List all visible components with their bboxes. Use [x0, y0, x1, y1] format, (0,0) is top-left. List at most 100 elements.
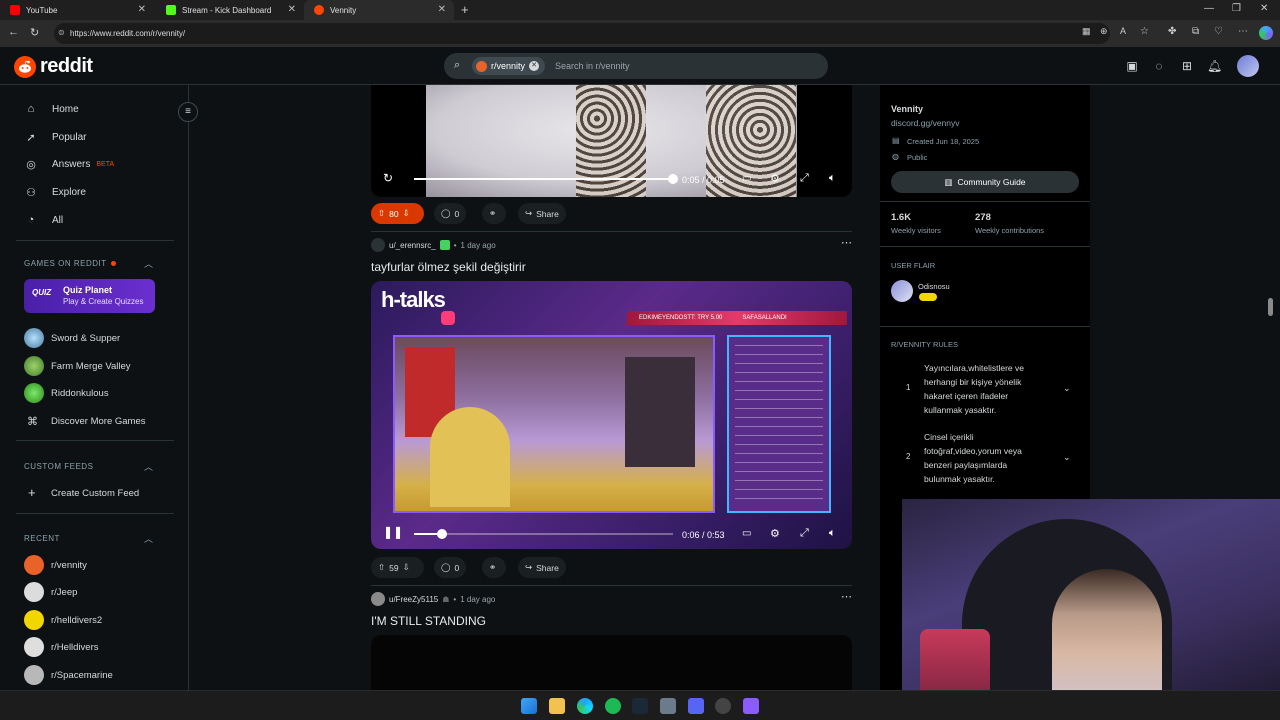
- copilot-icon[interactable]: [1259, 26, 1273, 40]
- share-button[interactable]: ↪ Share: [518, 557, 566, 578]
- create-custom-feed-button[interactable]: Create Custom Feed: [51, 488, 139, 499]
- read-aloud-icon[interactable]: A: [1120, 26, 1126, 36]
- post-video-player[interactable]: [371, 635, 852, 690]
- fullscreen-icon[interactable]: ⤢: [800, 527, 809, 540]
- close-icon[interactable]: ✕: [438, 4, 446, 15]
- windows-start-icon[interactable]: [521, 698, 537, 714]
- window-close-icon[interactable]: ✕: [1260, 3, 1268, 14]
- upvote-icon[interactable]: ⇧: [378, 208, 385, 219]
- chat-icon[interactable]: ◌: [1152, 59, 1166, 73]
- minimize-icon[interactable]: —: [1204, 3, 1214, 14]
- create-post-icon[interactable]: ⊞: [1180, 59, 1194, 73]
- page-scrollbar-thumb[interactable]: [1268, 298, 1273, 316]
- collections-icon[interactable]: ⧉: [1192, 26, 1199, 37]
- post-video-player[interactable]: ↻ 0:05 / 0:05 ▭ ⚙ ⤢ 🔈︎: [371, 85, 852, 197]
- post-author[interactable]: u/FreeZy5115: [389, 595, 438, 604]
- extensions-icon[interactable]: ✤: [1168, 26, 1176, 37]
- search-input[interactable]: Search in r/vennity: [555, 61, 630, 71]
- recent-item[interactable]: r/Jeep: [51, 587, 77, 598]
- video-progress-track[interactable]: [414, 174, 678, 184]
- games-section-title[interactable]: GAMES ON REDDIT: [24, 259, 107, 268]
- rule-item[interactable]: 2 Cinsel içerikli fotoğraf,video,yorum v…: [891, 428, 1081, 486]
- author-avatar[interactable]: [371, 592, 385, 606]
- nav-all[interactable]: ◔ All: [24, 214, 63, 226]
- nav-home[interactable]: ⌂ Home: [24, 103, 79, 115]
- post-author[interactable]: u/_erennsrc_: [389, 241, 436, 250]
- flair-username[interactable]: Odisnosu: [918, 282, 950, 291]
- replay-icon[interactable]: ↻: [383, 171, 393, 185]
- game-item[interactable]: Farm Merge Valley: [51, 361, 131, 372]
- recent-item[interactable]: r/Helldivers: [51, 642, 99, 653]
- comments-button[interactable]: ◯ 0: [434, 557, 467, 578]
- discord-icon[interactable]: [688, 698, 704, 714]
- collapse-sidebar-icon[interactable]: ≡: [178, 102, 198, 122]
- reddit-logo[interactable]: reddit: [14, 55, 93, 78]
- twitch-studio-icon[interactable]: [743, 698, 759, 714]
- custom-feeds-title[interactable]: CUSTOM FEEDS: [24, 462, 93, 471]
- award-button[interactable]: ⚭: [482, 557, 506, 578]
- featured-game-card[interactable]: QUIZ Quiz Planet Play & Create Quizzes: [24, 279, 155, 313]
- settings-icon[interactable]: ⚙: [770, 527, 780, 540]
- site-info-icon[interactable]: ⊜: [58, 28, 65, 37]
- nav-explore[interactable]: ⚇ Explore: [24, 186, 86, 199]
- nav-answers[interactable]: ◎ Answers BETA: [24, 158, 114, 171]
- back-icon[interactable]: ←: [8, 26, 19, 38]
- volume-icon[interactable]: 🔈︎: [829, 172, 836, 185]
- share-button[interactable]: ↪ Share: [518, 203, 566, 224]
- vote-control[interactable]: ⇧ 59 ⇩: [371, 557, 424, 578]
- post-title[interactable]: I'M STILL STANDING: [371, 614, 486, 628]
- settings-app-icon[interactable]: [715, 698, 731, 714]
- upvote-icon[interactable]: ⇧: [378, 562, 385, 573]
- comments-button[interactable]: ◯ 0: [434, 203, 467, 224]
- maximize-icon[interactable]: ❐: [1232, 3, 1241, 14]
- recent-item[interactable]: r/helldivers2: [51, 615, 102, 626]
- refresh-icon[interactable]: ↻: [30, 26, 39, 39]
- search-bar[interactable]: ⌕ r/vennity ✕ Search in r/vennity: [444, 53, 828, 79]
- post-options-icon[interactable]: ⋯: [841, 236, 852, 249]
- chevron-down-icon[interactable]: ⌄: [1063, 383, 1071, 394]
- post-title[interactable]: tayfurlar ölmez şekil değiştirir: [371, 260, 526, 274]
- captions-icon[interactable]: ▭: [742, 173, 751, 184]
- user-avatar[interactable]: [1237, 55, 1259, 77]
- app-icon[interactable]: ▦: [1082, 26, 1091, 37]
- file-explorer-icon[interactable]: [549, 698, 565, 714]
- downvote-icon[interactable]: ⇩: [403, 562, 410, 573]
- chevron-up-icon[interactable]: ︿: [144, 460, 153, 473]
- favorite-icon[interactable]: ☆: [1140, 26, 1149, 37]
- clear-chip-icon[interactable]: ✕: [529, 61, 540, 71]
- pause-icon[interactable]: ❚❚: [383, 525, 403, 539]
- advertise-icon[interactable]: ▣: [1125, 59, 1139, 73]
- app-icon[interactable]: [660, 698, 676, 714]
- video-scrubber-handle[interactable]: [668, 174, 678, 184]
- award-button[interactable]: ⚭: [482, 203, 506, 224]
- video-scrubber-handle[interactable]: [437, 529, 448, 539]
- zoom-icon[interactable]: ⊕: [1100, 26, 1108, 37]
- steam-icon[interactable]: [632, 698, 648, 714]
- chevron-up-icon[interactable]: ︿: [144, 257, 153, 270]
- browser-essentials-icon[interactable]: ♡: [1214, 26, 1223, 37]
- more-icon[interactable]: ⋯: [1238, 26, 1248, 37]
- volume-icon[interactable]: 🔈︎: [829, 527, 836, 540]
- settings-icon[interactable]: ⚙: [770, 172, 780, 185]
- recent-title[interactable]: RECENT: [24, 534, 60, 543]
- spotify-icon[interactable]: [605, 698, 621, 714]
- discover-games-link[interactable]: Discover More Games: [51, 416, 146, 427]
- chevron-up-icon[interactable]: ︿: [144, 532, 153, 545]
- post-options-icon[interactable]: ⋯: [841, 590, 852, 603]
- new-tab-icon[interactable]: +: [461, 2, 469, 17]
- edge-browser-icon[interactable]: [577, 698, 593, 714]
- notifications-icon[interactable]: 🔔︎: [1207, 59, 1222, 73]
- tab-vennity[interactable]: Vennity ✕: [304, 0, 454, 20]
- recent-item[interactable]: r/Spacemarine: [51, 670, 113, 681]
- vote-control[interactable]: ⇧ 80 ⇩: [371, 203, 424, 224]
- captions-icon[interactable]: ▭: [742, 528, 751, 539]
- game-item[interactable]: Sword & Supper: [51, 333, 120, 344]
- post-video-player[interactable]: h-talks EDKIMEYENDOSTT: TRY 5.00 SAFASAL…: [371, 281, 852, 549]
- community-guide-button[interactable]: ▥ Community Guide: [891, 171, 1079, 193]
- video-progress-track[interactable]: [414, 529, 673, 539]
- nav-popular[interactable]: ➚ Popular: [24, 131, 86, 144]
- close-icon[interactable]: ✕: [288, 4, 296, 15]
- url-field[interactable]: ⊜ https://www.reddit.com/r/vennity/: [54, 23, 1110, 44]
- chevron-down-icon[interactable]: ⌄: [1063, 452, 1071, 463]
- search-subreddit-chip[interactable]: r/vennity ✕: [472, 57, 546, 75]
